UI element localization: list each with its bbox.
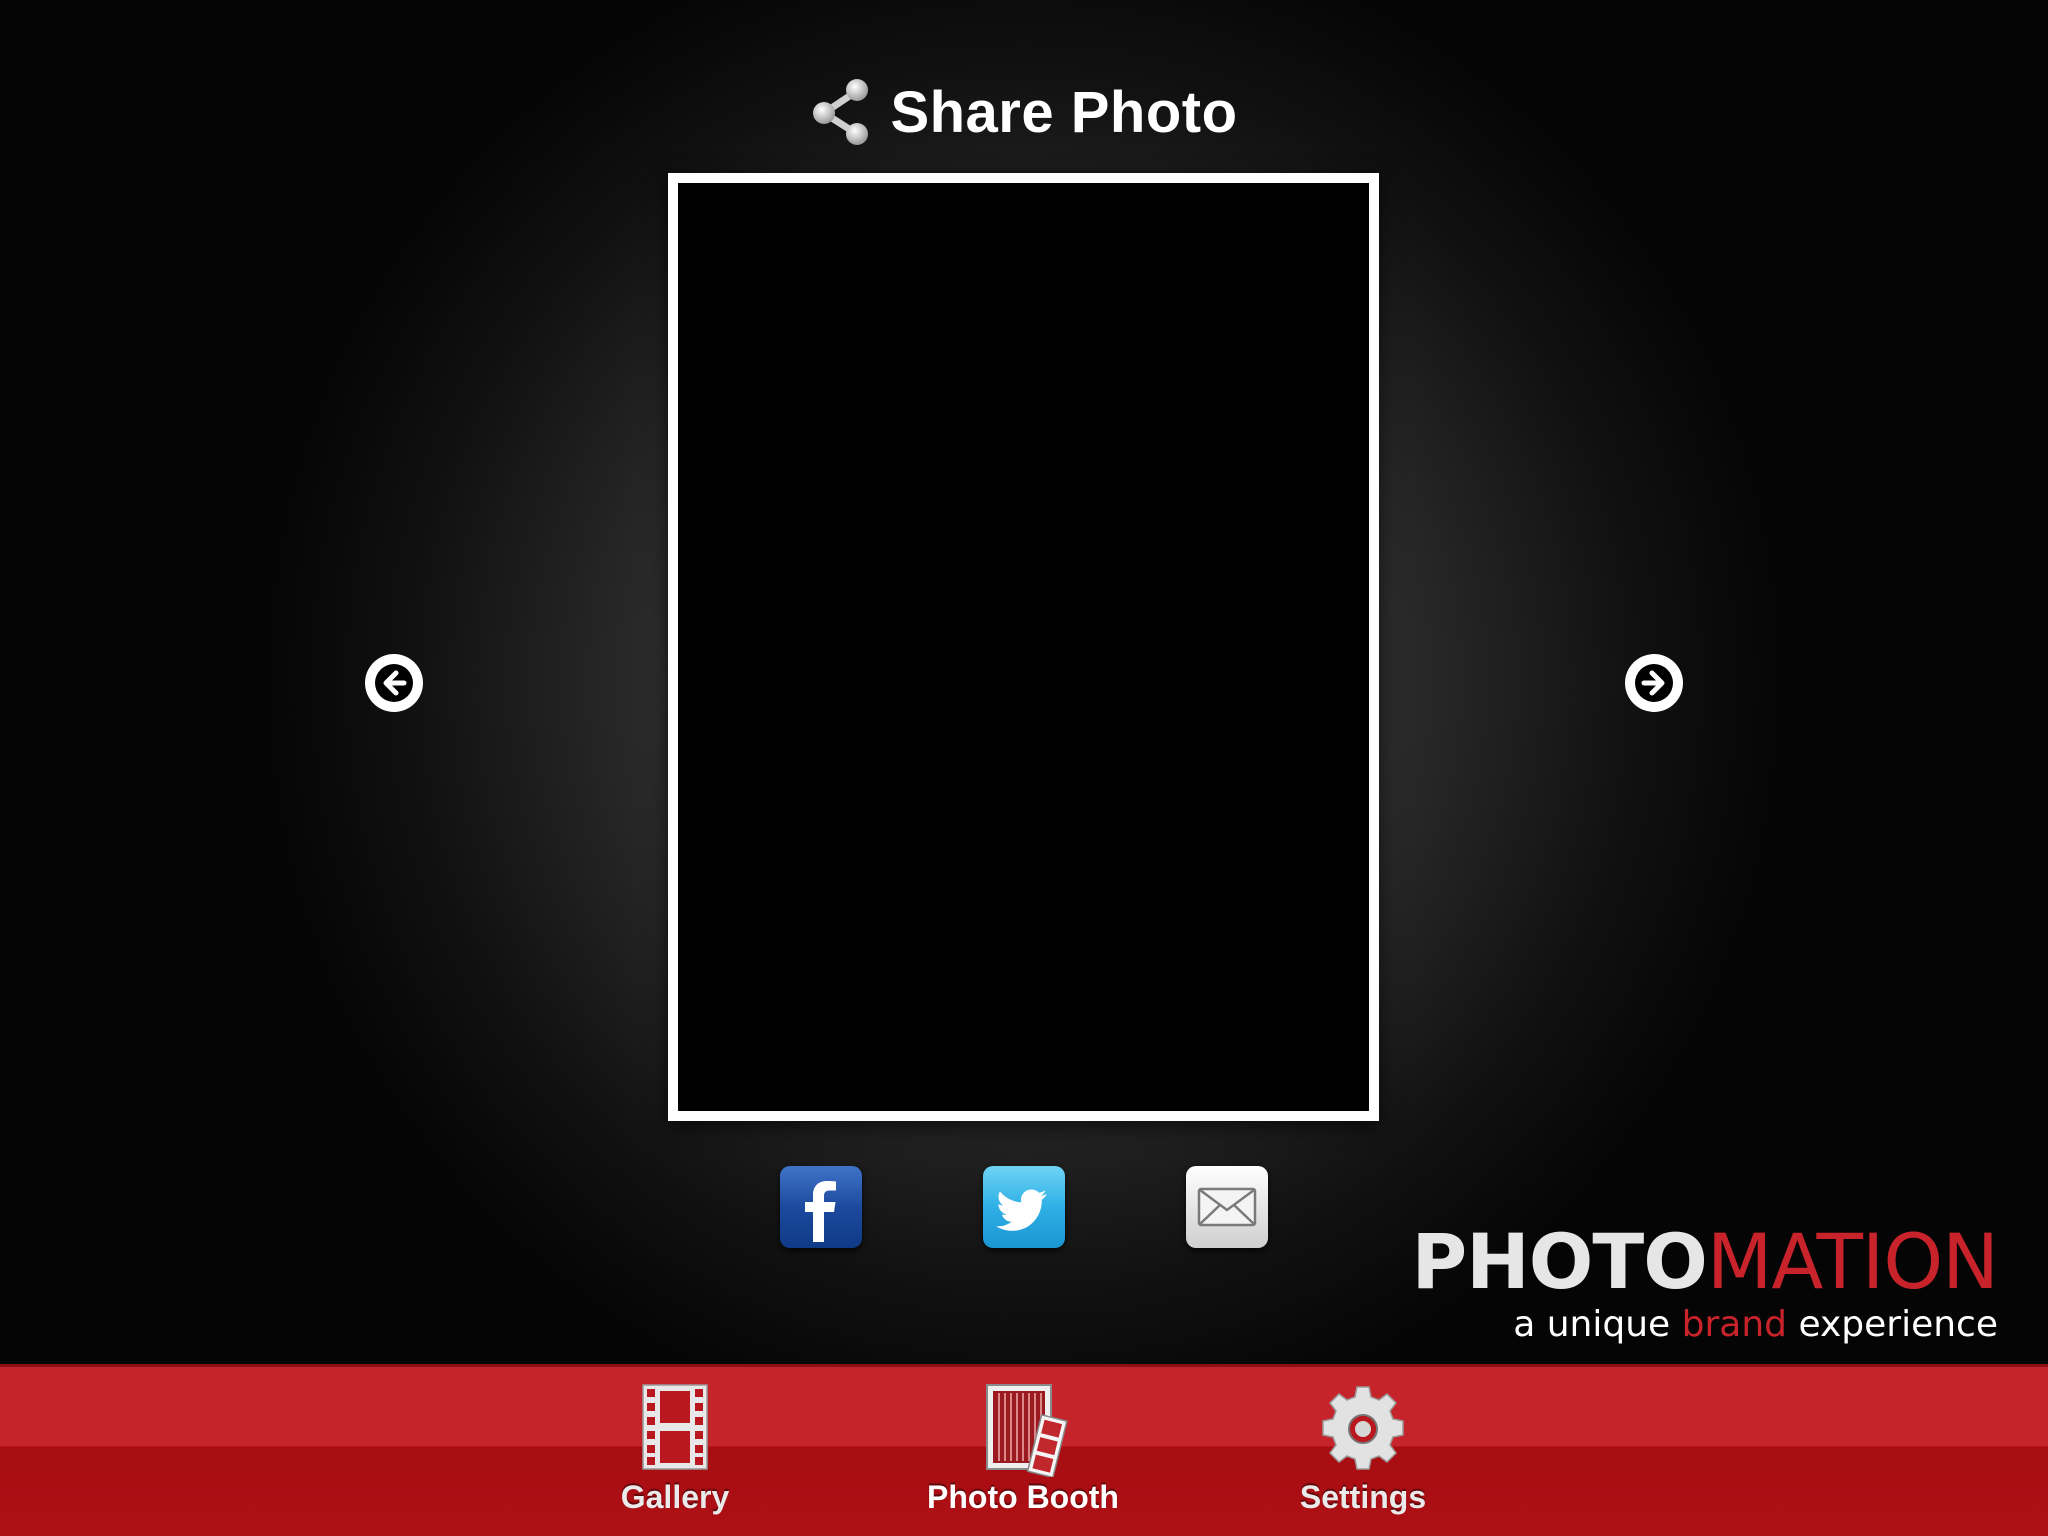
tab-photo-booth-label: Photo Booth	[927, 1479, 1119, 1515]
next-photo-button[interactable]	[1625, 654, 1683, 712]
gear-icon	[1322, 1386, 1404, 1470]
tab-settings[interactable]: Settings	[1243, 1367, 1483, 1536]
facebook-icon	[805, 1181, 836, 1242]
brand-tagline: a unique brand experience	[1411, 1304, 1998, 1345]
tagline-prefix: a unique	[1513, 1304, 1682, 1345]
tagline-suffix: experience	[1787, 1304, 1998, 1345]
brand-wordmark-part2: MATION	[1706, 1217, 1999, 1306]
photo-preview	[678, 183, 1369, 1111]
brand-logo: PHOTOMATION a unique brand experience	[1411, 1222, 1999, 1346]
share-facebook-button[interactable]	[780, 1166, 862, 1248]
tab-settings-label: Settings	[1299, 1479, 1427, 1515]
page-title: Share Photo	[890, 79, 1238, 145]
tagline-accent: brand	[1681, 1304, 1788, 1345]
header: Share Photo	[0, 72, 2048, 152]
tab-gallery[interactable]: Gallery	[555, 1367, 795, 1536]
share-icon	[813, 79, 869, 145]
brand-wordmark-part1: PHOTO	[1411, 1217, 1707, 1306]
tab-photo-booth[interactable]: Photo Booth	[903, 1367, 1143, 1536]
arrow-right-icon	[1635, 664, 1673, 702]
film-strip-icon	[642, 1384, 708, 1470]
tab-bar: Gallery Photo Booth Settings	[0, 1364, 2048, 1536]
previous-photo-button[interactable]	[365, 654, 423, 712]
photo-booth-icon	[986, 1384, 1068, 1477]
share-twitter-button[interactable]	[983, 1166, 1065, 1248]
twitter-icon	[996, 1189, 1047, 1231]
photo-frame[interactable]	[668, 173, 1379, 1121]
arrow-left-icon	[375, 664, 413, 702]
mail-icon	[1197, 1187, 1257, 1227]
brand-wordmark: PHOTOMATION	[1411, 1222, 1999, 1302]
share-email-button[interactable]	[1186, 1166, 1268, 1248]
tab-gallery-label: Gallery	[620, 1479, 730, 1515]
